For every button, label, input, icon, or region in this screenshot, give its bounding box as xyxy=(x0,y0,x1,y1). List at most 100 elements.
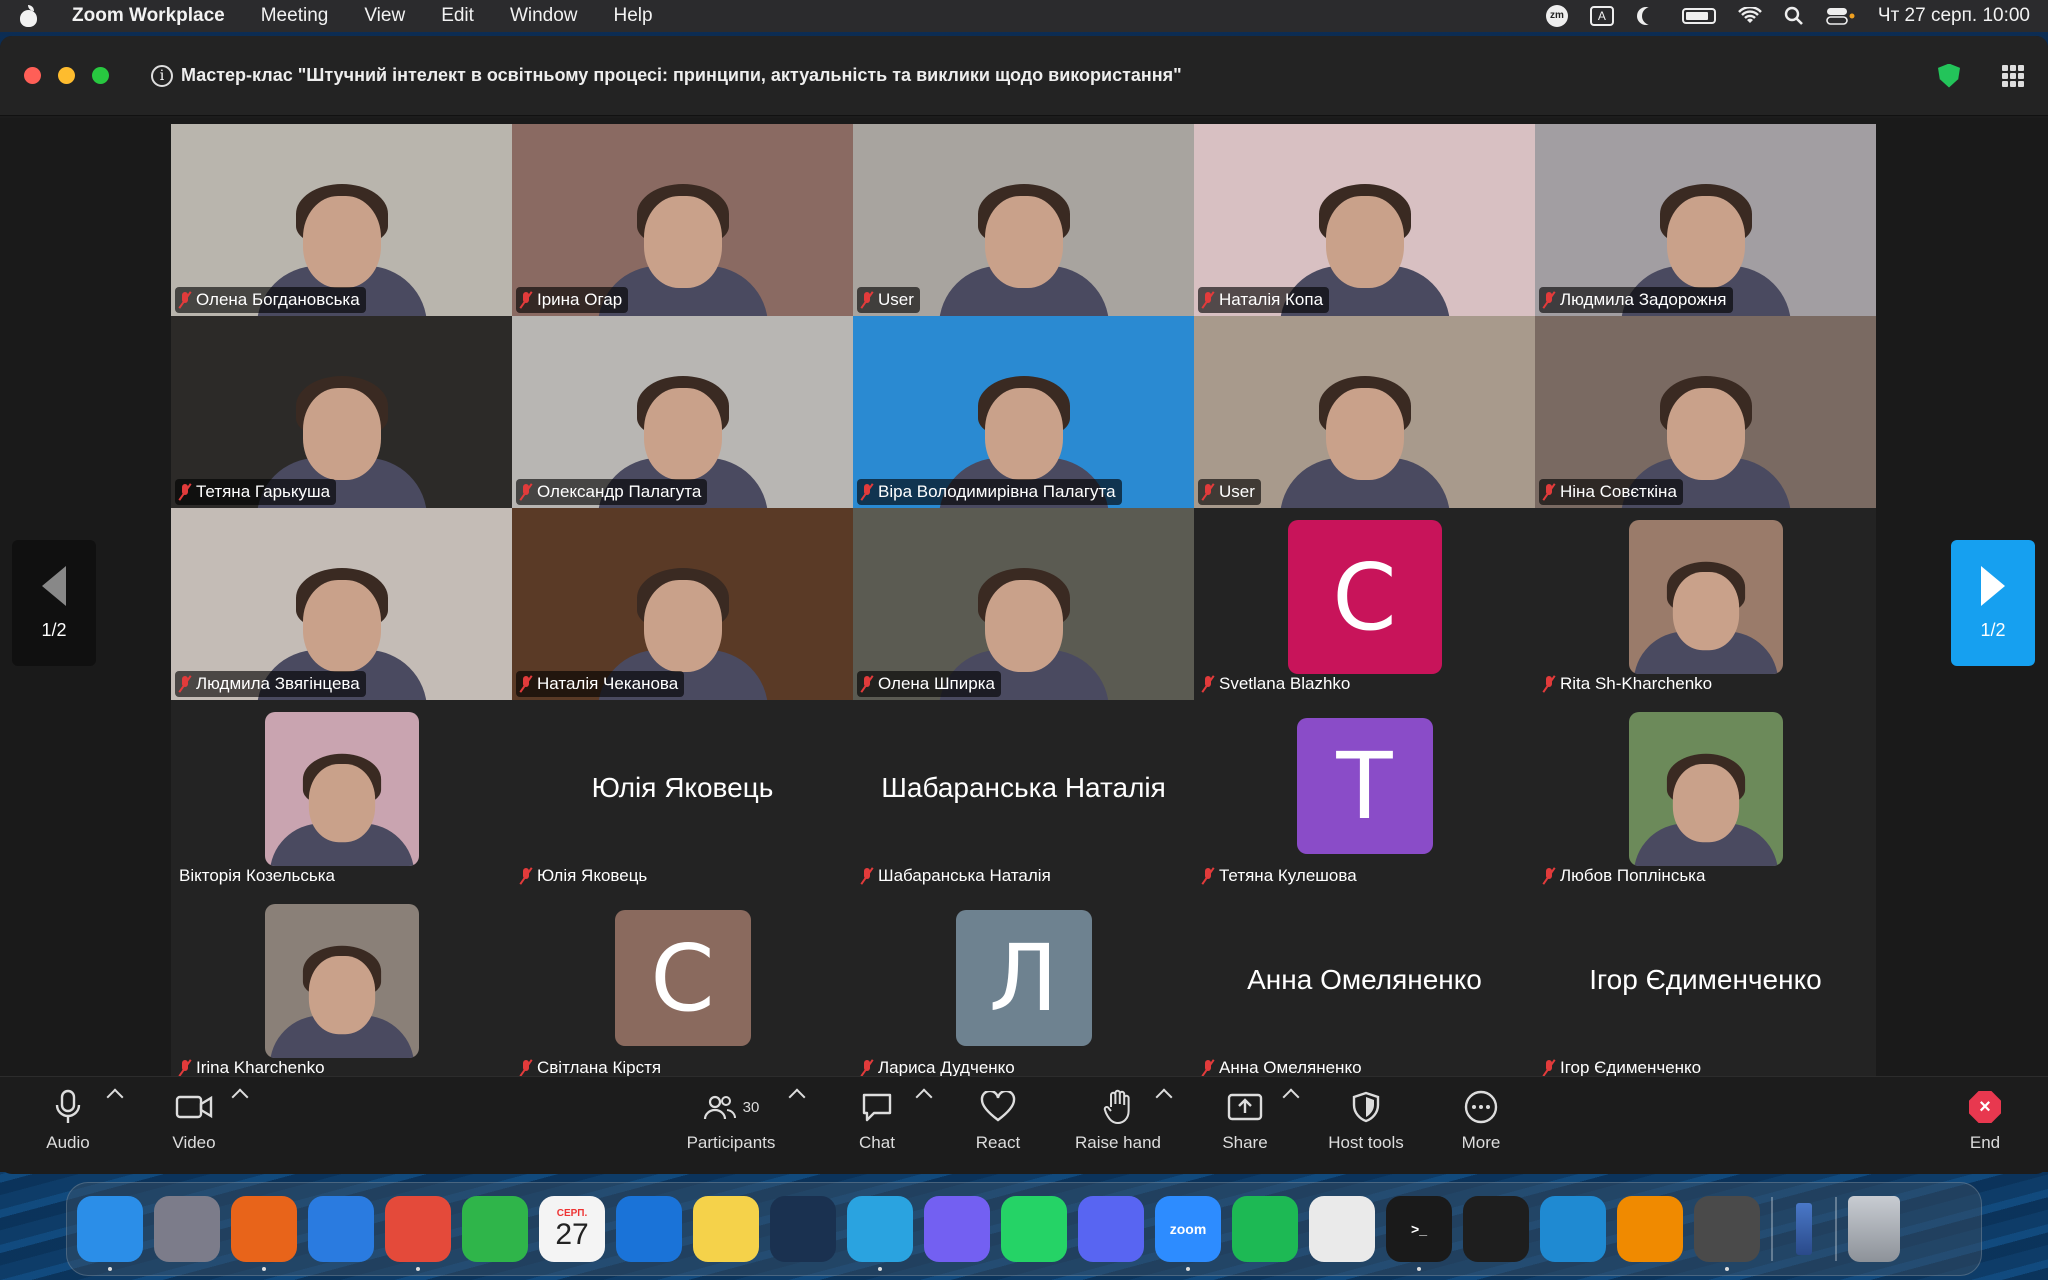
participant-tile[interactable]: Віра Володимирівна Палагута xyxy=(853,316,1194,508)
participants-button[interactable]: 30 Participants xyxy=(681,1087,781,1153)
app-menu[interactable]: Zoom Workplace xyxy=(72,5,225,27)
host-shield-icon xyxy=(1352,1091,1380,1123)
dock-app-safari-icon[interactable] xyxy=(308,1196,374,1262)
participant-tile[interactable]: C Світлана Кірстя xyxy=(512,892,853,1084)
menu-view[interactable]: View xyxy=(364,5,405,27)
fullscreen-window-button[interactable] xyxy=(92,67,109,84)
spotlight-search-icon[interactable] xyxy=(1784,6,1804,26)
dock-app-numbers-icon[interactable] xyxy=(462,1196,528,1262)
participant-name: User xyxy=(878,290,914,309)
participants-options-chevron-icon[interactable] xyxy=(788,1088,806,1106)
participant-tile[interactable]: Вікторія Козельська xyxy=(171,700,512,892)
participant-tile[interactable]: Шабаранська Наталія Шабаранська Наталія xyxy=(853,700,1194,892)
zoom-status-icon[interactable]: zm xyxy=(1545,5,1568,27)
participant-tile[interactable]: Ніна Совєткіна xyxy=(1535,316,1876,508)
dock-app-viber-icon[interactable] xyxy=(924,1196,990,1262)
participant-tile[interactable]: Людмила Задорожня xyxy=(1535,124,1876,316)
participant-tile[interactable]: Людмила Звягінцева xyxy=(171,508,512,700)
host-tools-label: Host tools xyxy=(1328,1133,1404,1152)
control-center-icon[interactable] xyxy=(1826,6,1856,26)
dock-app-zoom-icon[interactable]: zoom xyxy=(1155,1196,1221,1271)
participant-tile[interactable]: Наталія Чеканова xyxy=(512,508,853,700)
gallery-view: Олена Богдановська Ірина Огар User Наталія … xyxy=(171,124,1877,1084)
end-meeting-button[interactable]: × End xyxy=(1935,1087,2035,1153)
participant-name-tag: Svetlana Blazhko xyxy=(1198,671,1356,697)
video-button[interactable]: Video xyxy=(144,1087,244,1153)
menu-help[interactable]: Help xyxy=(614,5,653,27)
battery-icon[interactable] xyxy=(1681,8,1716,24)
next-page-button[interactable]: 1/2 xyxy=(1951,540,2035,666)
participant-tile[interactable]: Ігор Єдименченко Ігор Єдименченко xyxy=(1535,892,1876,1084)
participant-tile[interactable]: Ірина Огар xyxy=(512,124,853,316)
share-button[interactable]: Share xyxy=(1195,1087,1295,1153)
participant-tile[interactable]: Rita Sh-Kharchenko xyxy=(1535,508,1876,700)
participant-name-tag: Людмила Задорожня xyxy=(1539,287,1733,313)
chat-button[interactable]: Chat xyxy=(827,1087,927,1153)
participant-tile[interactable]: Юлія Яковець Юлія Яковець xyxy=(512,700,853,892)
participant-tile[interactable]: Любов Поплінська xyxy=(1535,700,1876,892)
participant-tile[interactable]: C Svetlana Blazhko xyxy=(1194,508,1535,700)
participant-tile[interactable]: Тетяна Гарькуша xyxy=(171,316,512,508)
meeting-info-icon[interactable]: i xyxy=(151,64,173,87)
dock-app-launchpad-icon[interactable] xyxy=(154,1196,220,1262)
muted-microphone-icon xyxy=(179,675,191,693)
dock-app-trello-icon[interactable] xyxy=(616,1196,682,1262)
raise-hand-button[interactable]: Raise hand xyxy=(1068,1087,1168,1153)
dock-app-calendar-icon[interactable]: СЕРП. 27 xyxy=(539,1196,605,1262)
apple-logo-icon[interactable] xyxy=(18,5,38,27)
participant-display-name: Анна Омеляненко xyxy=(1247,964,1482,995)
participant-tile[interactable]: User xyxy=(1194,316,1535,508)
dock-app-spotify-icon[interactable] xyxy=(1232,1196,1298,1262)
participant-name: Тетяна Кулешова xyxy=(1219,866,1357,885)
participant-tile[interactable]: User xyxy=(853,124,1194,316)
previous-page-button[interactable]: 1/2 xyxy=(12,540,96,666)
menu-window[interactable]: Window xyxy=(510,5,578,27)
muted-microphone-icon xyxy=(861,483,873,501)
menubar-clock[interactable]: Чт 27 серп. 10:00 xyxy=(1878,5,2030,27)
dock-app-robot-icon[interactable] xyxy=(1309,1196,1375,1262)
dock-app-finder-icon[interactable] xyxy=(77,1196,143,1271)
participant-name: Любов Поплінська xyxy=(1560,866,1706,885)
dock-app-terminal-icon[interactable]: >_ xyxy=(1386,1196,1452,1271)
dock-app-vlc-icon[interactable] xyxy=(1617,1196,1683,1262)
participant-tile[interactable]: Л Лариса Дудченко xyxy=(853,892,1194,1084)
participant-tile[interactable]: T Тетяна Кулешова xyxy=(1194,700,1535,892)
participant-name: Rita Sh-Kharchenko xyxy=(1560,674,1713,693)
dock-app-chrome-icon[interactable] xyxy=(385,1196,451,1271)
participant-name: Людмила Звягінцева xyxy=(196,674,360,693)
dock-app-discord-icon[interactable] xyxy=(1078,1196,1144,1262)
dock-app-firefox-icon[interactable] xyxy=(231,1196,297,1271)
participant-tile[interactable]: Олександр Палагута xyxy=(512,316,853,508)
dock-app-figma-icon[interactable] xyxy=(1463,1196,1529,1262)
wifi-icon[interactable] xyxy=(1738,7,1762,25)
dock-downloads-stack-icon[interactable] xyxy=(1784,1196,1824,1262)
dock-app-steam-icon[interactable] xyxy=(770,1196,836,1262)
participant-tile[interactable]: Анна Омеляненко Анна Омеляненко xyxy=(1194,892,1535,1084)
participant-tile[interactable]: Irina Kharchenko xyxy=(171,892,512,1084)
menu-meeting[interactable]: Meeting xyxy=(261,5,329,27)
react-button[interactable]: React xyxy=(948,1087,1048,1153)
focus-moon-icon[interactable] xyxy=(1642,7,1660,25)
view-grid-icon[interactable] xyxy=(2002,64,2024,87)
host-tools-button[interactable]: Host tools xyxy=(1316,1087,1416,1153)
audio-button[interactable]: Audio xyxy=(18,1087,118,1153)
more-button[interactable]: More xyxy=(1431,1087,1531,1153)
participant-tile[interactable]: Олена Богдановська xyxy=(171,124,512,316)
dock-app-whatsapp-icon[interactable] xyxy=(1001,1196,1067,1262)
close-window-button[interactable] xyxy=(24,67,41,84)
dock-app-vs-code-icon[interactable] xyxy=(1540,1196,1606,1262)
encryption-shield-icon[interactable] xyxy=(1938,63,1960,88)
muted-microphone-icon xyxy=(861,1059,873,1077)
participant-video-feed xyxy=(938,166,1109,316)
menu-edit[interactable]: Edit xyxy=(441,5,474,27)
participant-tile[interactable]: Олена Шпирка xyxy=(853,508,1194,700)
input-source-icon[interactable]: A xyxy=(1589,6,1614,26)
minimize-window-button[interactable] xyxy=(58,67,75,84)
participant-tile[interactable]: Наталія Копа xyxy=(1194,124,1535,316)
dock-app-notes-icon[interactable] xyxy=(693,1196,759,1262)
heart-icon xyxy=(980,1091,1016,1122)
dock-trash-icon[interactable] xyxy=(1848,1196,1900,1262)
dock-app-sublime-text-icon[interactable] xyxy=(1694,1196,1760,1271)
dock-app-telegram-icon[interactable] xyxy=(847,1196,913,1271)
participants-label: Participants xyxy=(686,1133,776,1152)
